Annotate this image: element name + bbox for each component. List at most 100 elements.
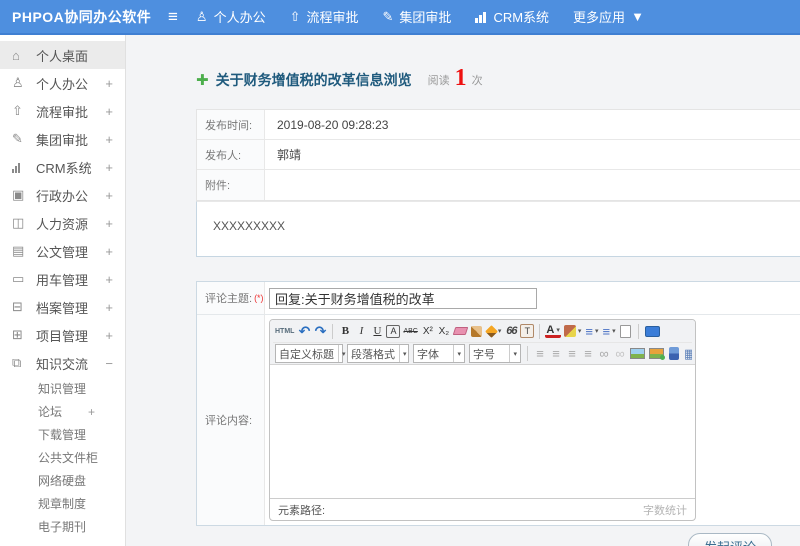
top-menu-item[interactable]: ⇧ 流程审批 (290, 7, 359, 26)
sidebar-item[interactable]: ▣ 行政办公 + (0, 181, 125, 209)
highlight-icon[interactable]: ▾ (563, 322, 583, 340)
sidebar-subitem[interactable]: 电子期刊 (0, 515, 125, 538)
insert-image-icon[interactable] (648, 345, 665, 363)
sidebar-item[interactable]: ♙ 个人办公 + (0, 69, 125, 97)
expand-icon[interactable]: + (105, 244, 113, 259)
unlink-icon[interactable]: ∞ (613, 345, 627, 363)
editor-select-2[interactable]: 段落格式 ▾ (347, 344, 409, 363)
top-menu-item[interactable]: CRM系统 (475, 7, 549, 26)
expand-icon[interactable]: + (105, 76, 113, 91)
hamburger-menu-icon[interactable]: ≡ (168, 8, 178, 25)
sidebar-item[interactable]: CRM系统 + (0, 153, 125, 181)
sidebar-item[interactable]: ◫ 人力资源 + (0, 209, 125, 237)
article-body: XXXXXXXXX (196, 201, 800, 257)
underline-icon[interactable]: U (370, 322, 384, 340)
align-right-icon[interactable]: ≡ (565, 345, 579, 363)
undo-icon[interactable]: ↶ (297, 322, 311, 340)
field-value: 2019-08-20 09:28:23 (277, 117, 389, 132)
expand-icon[interactable]: + (105, 300, 113, 315)
read-unit: 次 (471, 75, 483, 87)
sidebar-subitem[interactable]: 网络硬盘 (0, 469, 125, 492)
top-navbar: PHPOA协同办公软件 ≡ ♙ 个人办公 ⇧ 流程审批 ✎ 集团审批 CRM系统 更多应用 ▼ (0, 0, 800, 35)
top-menu-label: 更多应用 (573, 10, 626, 25)
expand-icon[interactable]: + (105, 160, 113, 175)
ordered-list-icon[interactable]: ≡ ▾ (584, 322, 599, 340)
remove-format-icon[interactable]: A (386, 324, 401, 338)
editor-statusbar: 元素路径: 字数统计 (270, 498, 695, 520)
format-paint-icon[interactable]: ▾ (484, 322, 503, 340)
sidebar-item-label: 项目管理 (36, 328, 89, 344)
sidebar-subitem[interactable]: 公共文件柜 (0, 446, 125, 469)
submit-comment-button[interactable]: 发起评论 (687, 533, 772, 546)
sidebar-item-label: 人力资源 (36, 216, 89, 232)
sidebar-item[interactable]: ▤ 公文管理 + (0, 237, 125, 265)
editor-content-area[interactable] (270, 365, 695, 498)
bar-chart-icon (12, 162, 28, 173)
select-value: 自定义标题 (279, 348, 334, 361)
read-count: 1 (454, 64, 467, 91)
expand-icon[interactable]: + (105, 104, 113, 119)
unordered-list-icon[interactable]: ≡ ▾ (601, 322, 616, 340)
image-icon[interactable] (629, 345, 646, 363)
expand-icon[interactable]: + (88, 405, 95, 419)
comment-form: 评论主题:(*) 评论内容: HTML↶↷BIUAABCX²X₂▾66TA▾▾≡… (196, 281, 800, 526)
align-left-icon[interactable]: ≡ (533, 345, 547, 363)
sidebar-item[interactable]: ⇧ 流程审批 + (0, 97, 125, 125)
align-center-icon[interactable]: ≡ (549, 345, 563, 363)
upload-icon: ⇧ (12, 103, 23, 118)
expand-icon[interactable]: − (105, 356, 113, 371)
expand-icon[interactable]: + (105, 272, 113, 287)
bold-icon[interactable]: B (338, 322, 352, 340)
top-menu-item[interactable]: 更多应用 ▼ (573, 7, 650, 26)
top-menu-item[interactable]: ✎ 集团审批 (383, 7, 452, 26)
briefcase-icon: ▣ (12, 187, 25, 202)
expand-icon[interactable]: + (105, 216, 113, 231)
align-justify-icon[interactable]: ≡ (581, 345, 595, 363)
italic-icon[interactable]: I (354, 322, 368, 340)
paste-text-icon[interactable]: T (520, 324, 535, 338)
sidebar-subitem[interactable]: 下载管理 (0, 423, 125, 446)
sidebar-subitem[interactable]: 规章制度 (0, 492, 125, 515)
compose-icon: ✎ (12, 131, 23, 146)
subscript-icon[interactable]: X₂ (437, 322, 451, 340)
eraser-icon[interactable] (452, 322, 469, 340)
html-icon[interactable]: HTML (274, 322, 295, 340)
new-page-icon[interactable] (619, 322, 633, 340)
sidebar-item-label: 集团审批 (36, 132, 89, 148)
expand-icon[interactable]: + (105, 188, 113, 203)
editor-select-4[interactable]: 字号 ▾ (469, 344, 521, 363)
expand-icon[interactable]: + (105, 328, 113, 343)
superscript-icon[interactable]: X² (421, 322, 435, 340)
top-menu-item[interactable]: ♙ 个人办公 (196, 7, 266, 26)
comment-subject-input[interactable] (269, 287, 537, 309)
clean-icon[interactable] (470, 322, 484, 340)
editor-select-3[interactable]: 字体 ▾ (413, 344, 465, 363)
expand-icon[interactable]: + (105, 132, 113, 147)
info-row: 发布人: 郭靖 (197, 140, 800, 170)
link-icon[interactable]: ∞ (597, 345, 611, 363)
element-path-label: 元素路径: (278, 504, 326, 517)
media-icon[interactable] (667, 345, 681, 363)
sidebar-subitem[interactable]: 知识管理 (0, 377, 125, 400)
sidebar-item[interactable]: ⊟ 档案管理 + (0, 293, 125, 321)
sidebar-item[interactable]: ⌂ 个人桌面 (0, 41, 125, 69)
chat-icon: ⧉ (12, 355, 22, 370)
select-value: 字号 (473, 348, 495, 361)
sidebar-item-label: CRM系统 (36, 160, 92, 176)
app-logo: PHPOA协同办公软件 (12, 8, 152, 25)
plus-icon: ✚ (196, 72, 209, 89)
comment-content-label: 评论内容: (197, 315, 265, 525)
strikethrough-icon[interactable]: ABC (402, 322, 418, 340)
redo-icon[interactable]: ↷ (313, 322, 327, 340)
sidebar-subitem[interactable]: 论坛 + (0, 400, 125, 423)
sidebar-item[interactable]: ⧉ 知识交流 − (0, 349, 125, 377)
blockquote-icon[interactable]: 66 (504, 322, 518, 340)
editor-select-1[interactable]: 自定义标题 ▾ (275, 344, 346, 363)
archive-icon: ⊟ (12, 299, 23, 314)
fullscreen-icon[interactable] (644, 322, 661, 340)
table-icon[interactable]: ▦ (683, 345, 692, 363)
sidebar-item[interactable]: ⊞ 项目管理 + (0, 321, 125, 349)
sidebar-item[interactable]: ▭ 用车管理 + (0, 265, 125, 293)
font-color-icon[interactable]: A ▾ (545, 324, 561, 338)
sidebar-item[interactable]: ✎ 集团审批 + (0, 125, 125, 153)
